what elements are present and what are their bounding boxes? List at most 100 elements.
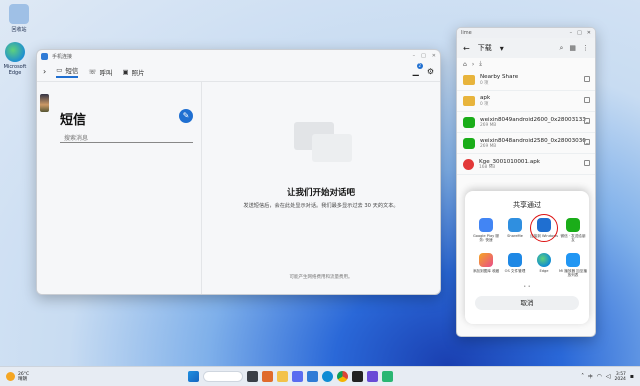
share-target-wechat[interactable]: 微信 · 发送给朋友 [559, 218, 587, 251]
edge-taskbar-icon[interactable] [322, 371, 333, 382]
wifi-icon[interactable]: ◠ [597, 373, 602, 380]
tab-messages[interactable]: ▭ 短信 [56, 65, 79, 78]
file-meta: 0 项 [480, 102, 489, 107]
phone-thumbnail[interactable] [40, 94, 49, 112]
share-target-label: ShareMe [507, 234, 523, 238]
search-icon[interactable]: ⌕ [559, 44, 563, 53]
search-input[interactable]: 搜索消息 [60, 132, 193, 143]
recycle-bin-icon [9, 4, 29, 24]
share-target-file-manager[interactable]: OS 文件管理 [501, 253, 529, 286]
share-sheet: 共享通过 Google Play 服务: 快速 ShareMe 连接到 Wind… [465, 191, 589, 324]
compose-button[interactable]: ✎ [179, 109, 193, 123]
maximize-button[interactable]: □ [421, 53, 426, 59]
home-icon[interactable]: ⌂ [463, 61, 467, 68]
taskbar: 26°C 晴朗 ˄ 中 ◠ ◁ 3:57 2024 ▪ [0, 366, 640, 386]
time: 3:57 [615, 371, 626, 377]
select-checkbox[interactable] [584, 118, 590, 124]
desktop-icon-edge[interactable]: Microsoft Edge [0, 42, 32, 76]
folder-icon [463, 96, 475, 106]
share-target-label: Google Play 服务: 快速 [472, 234, 500, 243]
input-method-indicator[interactable]: 中 [588, 374, 593, 380]
share-target-mi-player[interactable]: Mi 播放器 加至播放列表 [559, 253, 587, 286]
edge-icon [537, 253, 551, 267]
settings-gear-icon[interactable]: ⚙ [427, 67, 434, 76]
select-checkbox[interactable] [584, 76, 590, 82]
weather-desc: 晴朗 [18, 376, 27, 382]
close-button[interactable]: ✕ [432, 53, 436, 59]
chevron-up-icon[interactable]: ˄ [581, 373, 584, 380]
share-sheet-title: 共享通过 [513, 201, 541, 209]
gallery-icon [479, 253, 493, 267]
phone-icon: ☏ [88, 67, 97, 76]
clock[interactable]: 3:57 2024 [614, 372, 625, 382]
terminal-icon[interactable] [352, 371, 363, 382]
window-title: 手机连接 [52, 53, 73, 60]
file-meta: 269 MB [480, 143, 497, 149]
google-play-icon [479, 218, 493, 232]
file-list-item[interactable]: Nearby Share 0 项 [457, 70, 595, 91]
file-explorer-icon[interactable] [277, 371, 288, 382]
task-view-icon[interactable] [247, 371, 258, 382]
more-icon[interactable]: ⋮ [582, 44, 589, 53]
file-manager-icon [508, 253, 522, 267]
highlight-circle [530, 214, 558, 242]
phone-link-app-icon [41, 52, 48, 60]
select-checkbox[interactable] [584, 139, 590, 145]
file-list-item[interactable]: weixin8048android2580_0x28003036_arm64.a… [457, 133, 595, 154]
wechat-icon [566, 218, 580, 232]
back-arrow-icon[interactable]: ← [463, 44, 470, 53]
taskbar-apps [188, 371, 393, 382]
select-checkbox[interactable] [584, 97, 590, 103]
share-target-edge[interactable]: Edge [530, 253, 558, 286]
notification-bell-icon[interactable]: ▪ [630, 373, 634, 380]
phone-link-window: 手机连接 – □ ✕ › ▭ 短信 ☏ 呼叫 ▣ 照片 ▁ 2 ⚙ 短信 ✎ 搜… [36, 49, 441, 295]
tab-photos[interactable]: ▣ 照片 [123, 67, 145, 77]
minimize-button[interactable]: – [570, 30, 573, 36]
select-checkbox[interactable] [584, 160, 590, 166]
file-meta: 0 项 [480, 81, 489, 86]
file-list-item[interactable]: apk 0 项 [457, 91, 595, 112]
weather-temp: 26°C [18, 371, 30, 377]
top-nav: › ▭ 短信 ☏ 呼叫 ▣ 照片 ▁ 2 ⚙ [37, 62, 440, 82]
sun-icon [6, 372, 15, 381]
chrome-icon[interactable] [337, 371, 348, 382]
grid-view-icon[interactable]: ▦ [569, 44, 576, 53]
back-chevron-icon[interactable]: › [43, 67, 46, 76]
window-title: lime [461, 30, 472, 36]
conversation-list-pane: 短信 ✎ 搜索消息 [37, 82, 202, 294]
volume-icon[interactable]: ◁ [606, 373, 611, 380]
start-windows-icon[interactable] [188, 371, 199, 382]
share-target-link-to-windows[interactable]: 连接到 Windows [530, 214, 558, 251]
download-icon[interactable]: ⤓ [479, 60, 482, 68]
window-titlebar: 手机连接 – □ ✕ [37, 50, 440, 62]
widgets-icon[interactable] [262, 371, 273, 382]
phone-link-taskbar-icon[interactable] [307, 371, 318, 382]
share-target-gallery[interactable]: 添加到图库 收藏 [472, 253, 500, 286]
desktop-icon-recycle-bin[interactable]: 回收站 [2, 4, 36, 33]
message-icon: ▭ [56, 66, 63, 74]
file-list-item[interactable]: Kge_3001010001.apk 168 MB [457, 154, 595, 175]
folder-icon [463, 75, 475, 85]
close-button[interactable]: ✕ [587, 30, 591, 36]
share-target-shareme[interactable]: ShareMe [501, 218, 529, 251]
share-target-label: 添加到图库 收藏 [472, 269, 500, 273]
taskbar-search-box[interactable] [203, 371, 243, 382]
notifications-button[interactable]: ▁ 2 [413, 63, 423, 76]
wechat-apk-icon [463, 137, 475, 149]
share-target-google-play[interactable]: Google Play 服务: 快速 [472, 218, 500, 251]
minimize-button[interactable]: – [413, 53, 416, 59]
app-icon[interactable] [367, 371, 378, 382]
app-icon[interactable] [382, 371, 393, 382]
breadcrumb: ⌂ › ⤓ [457, 58, 595, 70]
tab-calls[interactable]: ☏ 呼叫 [88, 67, 112, 77]
store-icon[interactable] [292, 371, 303, 382]
cancel-button[interactable]: 取消 [475, 296, 579, 310]
maximize-button[interactable]: □ [577, 30, 582, 36]
conversation-pane: 让我们开始对话吧 发送短信后，会在此处显示对话。我们最多显示过去 30 天的文本… [202, 82, 440, 294]
file-list-item[interactable]: weixin8049android2600_0x28003133_arm64.a… [457, 112, 595, 133]
dropdown-chevron-icon[interactable]: ▾ [500, 44, 504, 53]
play-icon [566, 253, 580, 267]
desktop-icon-label: 回收站 [11, 27, 27, 33]
tab-label: 照片 [131, 68, 145, 77]
weather-widget[interactable]: 26°C 晴朗 [0, 372, 70, 382]
